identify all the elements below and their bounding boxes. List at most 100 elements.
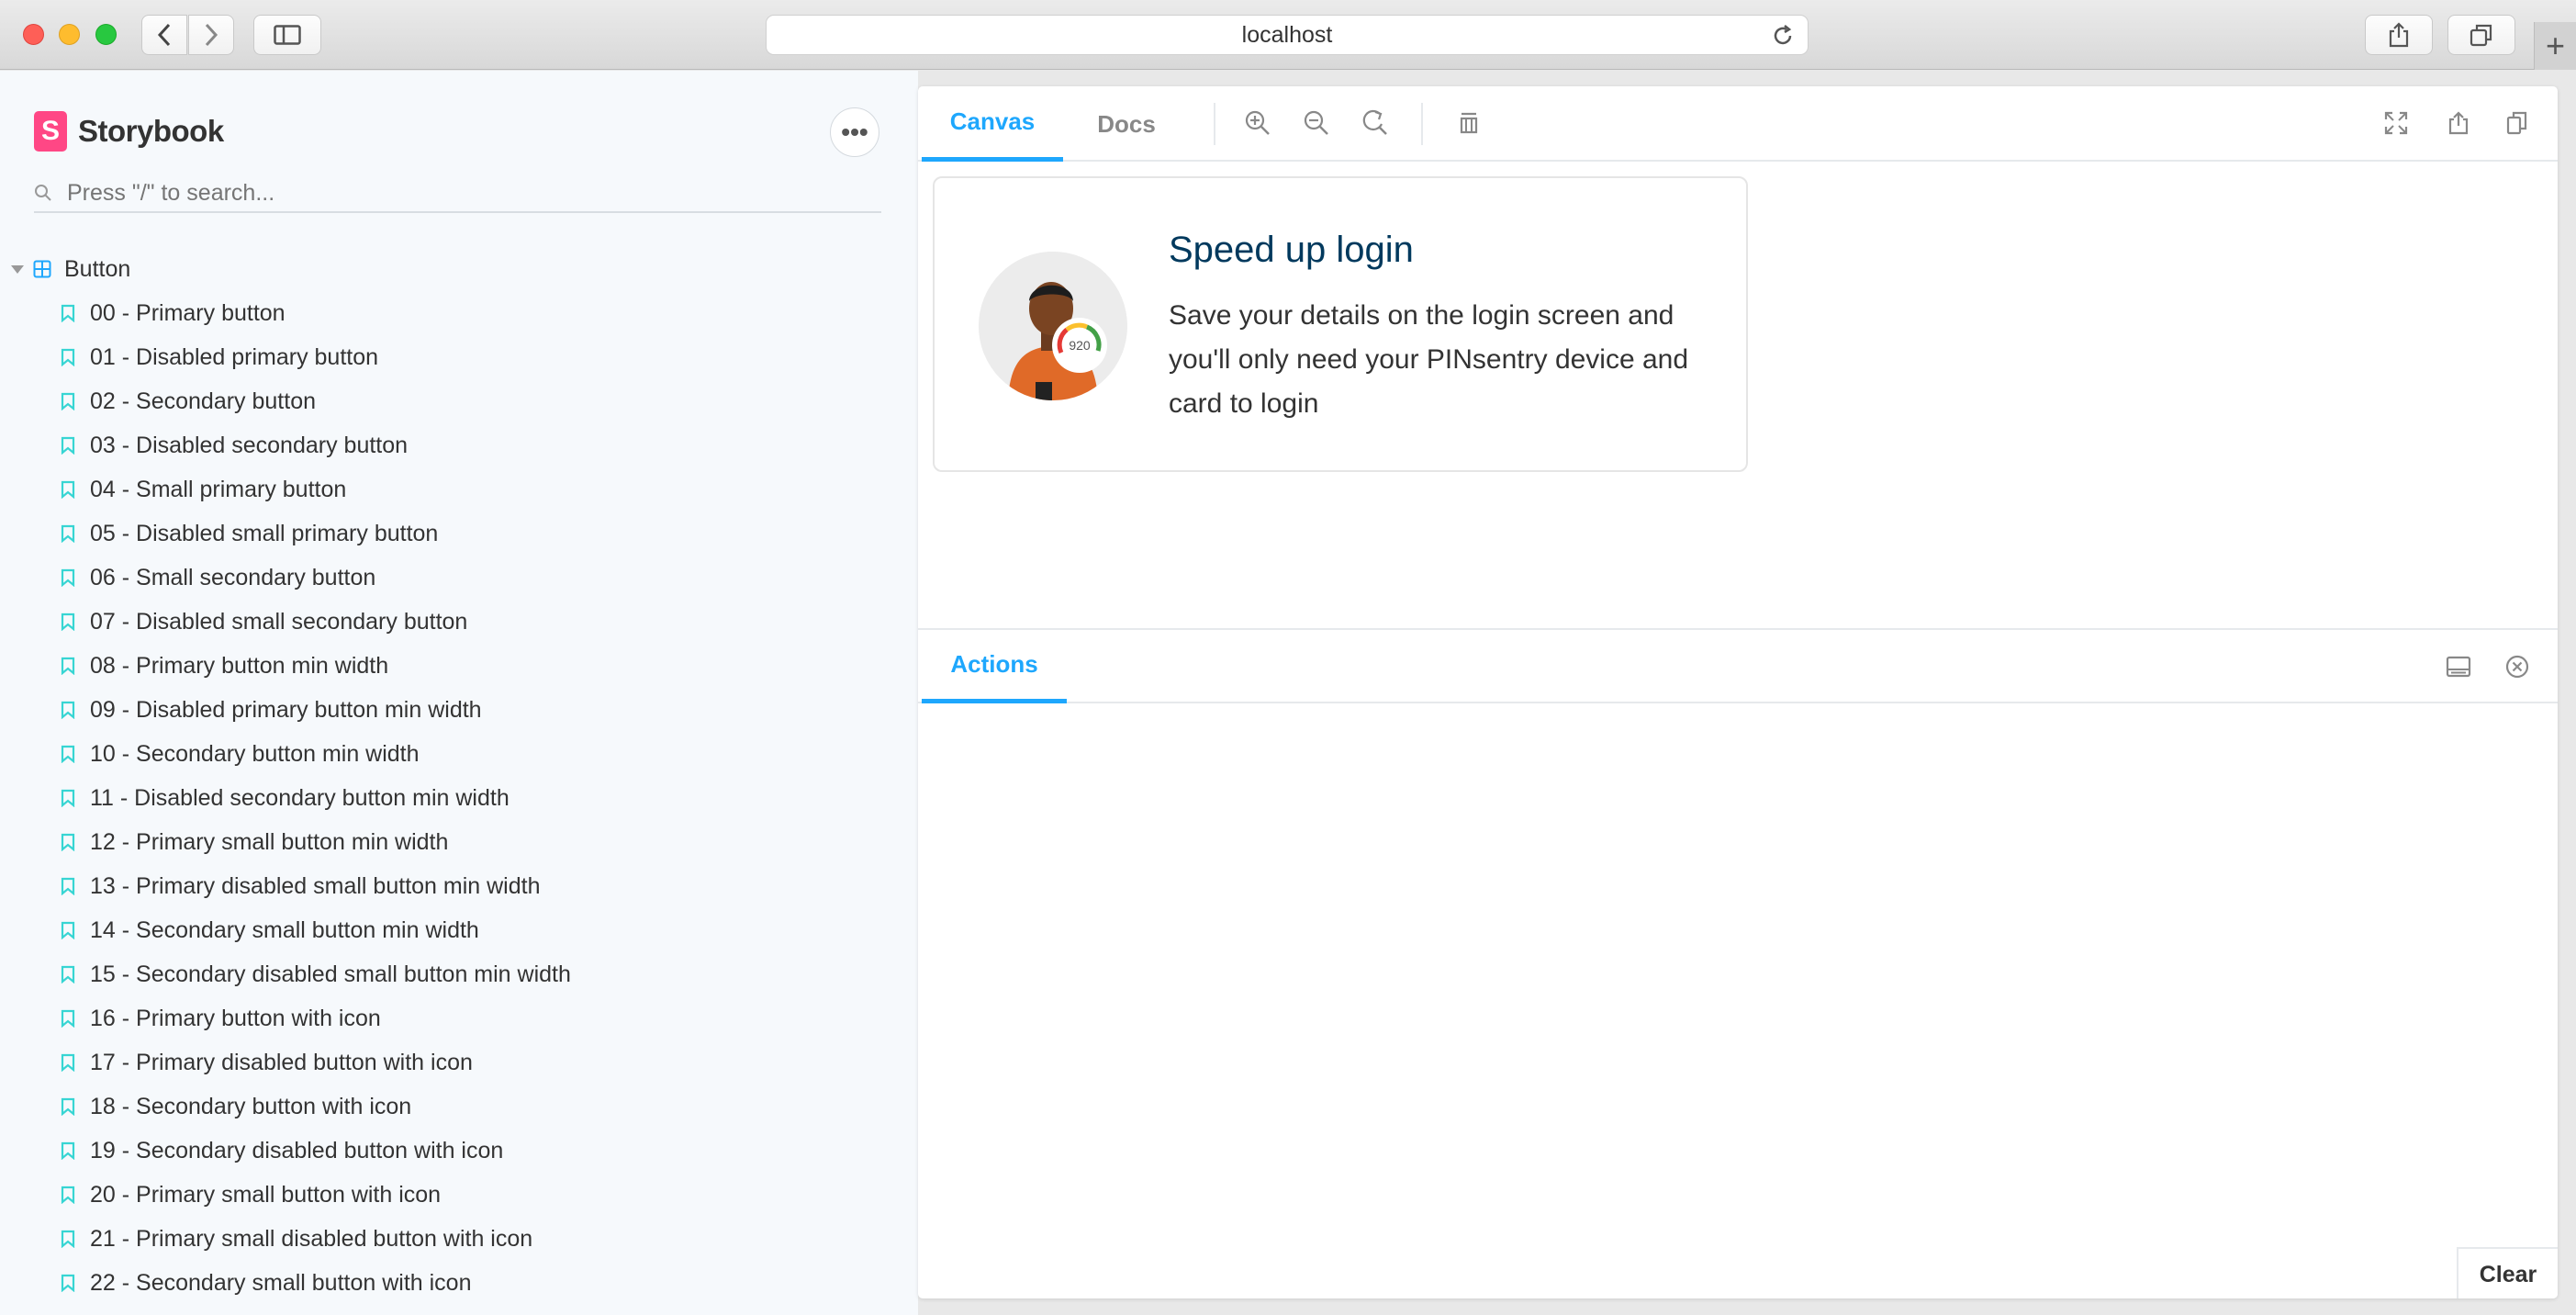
sidebar-story-item[interactable]: 22 - Secondary small button with icon — [0, 1261, 918, 1305]
sidebar-story-label: 02 - Secondary button — [90, 388, 316, 414]
sidebar-story-item[interactable]: 11 - Disabled secondary button min width — [0, 776, 918, 820]
brand-name: Storybook — [78, 114, 224, 148]
search-field[interactable] — [34, 174, 881, 213]
browser-titlebar: localhost + — [0, 0, 2576, 70]
bookmark-icon — [61, 833, 75, 851]
bookmark-icon — [61, 1009, 75, 1028]
bookmark-icon — [61, 436, 75, 455]
bookmark-icon — [61, 701, 75, 719]
back-button[interactable] — [141, 15, 187, 55]
tab-actions[interactable]: Actions — [922, 630, 1067, 703]
panel-position-icon[interactable] — [2440, 648, 2477, 685]
sidebar-menu-button[interactable]: ••• — [830, 107, 879, 157]
chevron-left-icon — [157, 23, 171, 47]
sidebar-story-label: 22 - Secondary small button with icon — [90, 1269, 472, 1296]
sidebar-story-label: 15 - Secondary disabled small button min… — [90, 961, 571, 987]
sidebar-story-item[interactable]: 05 - Disabled small primary button — [0, 511, 918, 556]
sidebar-story-label: 06 - Small secondary button — [90, 564, 376, 590]
sidebar-story-item[interactable]: 01 - Disabled primary button — [0, 335, 918, 379]
sidebar-story-label: 03 - Disabled secondary button — [90, 432, 409, 458]
sidebar-story-label: 14 - Secondary small button min width — [90, 916, 479, 943]
bookmark-icon — [61, 524, 75, 543]
sidebar-story-item[interactable]: 04 - Small primary button — [0, 467, 918, 511]
url-text: localhost — [1241, 21, 1333, 48]
sidebar-toggle-button[interactable] — [253, 15, 321, 55]
bookmark-icon — [61, 392, 75, 410]
tab-canvas[interactable]: Canvas — [922, 86, 1063, 162]
bookmark-icon — [61, 1274, 75, 1292]
bookmark-icon — [61, 921, 75, 939]
bookmark-icon — [61, 1141, 75, 1160]
zoom-reset-icon[interactable] — [1357, 105, 1394, 141]
copy-link-icon[interactable] — [2499, 105, 2536, 141]
new-tab-button[interactable]: + — [2534, 22, 2576, 70]
preview-toolbar: Canvas Docs — [918, 86, 2558, 162]
plus-icon: + — [2545, 27, 2566, 64]
sidebar-story-item[interactable]: 18 - Secondary button with icon — [0, 1085, 918, 1129]
bookmark-icon — [61, 657, 75, 675]
bookmark-icon — [61, 745, 75, 763]
score-gauge-value: 920 — [1069, 338, 1091, 353]
storybook-brand[interactable]: S Storybook — [34, 111, 224, 152]
sidebar-story-item[interactable]: 07 - Disabled small secondary button — [0, 600, 918, 644]
zoom-window-button[interactable] — [95, 24, 117, 45]
canvas-preview: 920 Speed up login Save your details on … — [918, 162, 2558, 628]
minimize-window-button[interactable] — [59, 24, 80, 45]
sidebar: S Storybook ••• Button 00 - Primary butt… — [0, 71, 918, 1315]
storybook-logo-icon: S — [34, 111, 67, 152]
bookmark-icon — [61, 965, 75, 983]
search-input[interactable] — [67, 179, 801, 207]
background-grid-icon[interactable] — [1450, 105, 1487, 141]
sidebar-story-item[interactable]: 21 - Primary small disabled button with … — [0, 1217, 918, 1261]
sidebar-story-item[interactable]: 14 - Secondary small button min width — [0, 908, 918, 952]
tree-component-button[interactable]: Button — [0, 247, 918, 291]
close-panel-icon[interactable] — [2499, 648, 2536, 685]
sidebar-story-item[interactable]: 03 - Disabled secondary button — [0, 423, 918, 467]
story-tree: Button 00 - Primary button 01 - Disabled … — [0, 247, 918, 1305]
search-icon — [35, 185, 51, 201]
sidebar-story-item[interactable]: 17 - Primary disabled button with icon — [0, 1040, 918, 1085]
sidebar-story-label: 00 - Primary button — [90, 299, 286, 326]
sidebar-story-label: 09 - Disabled primary button min width — [90, 696, 482, 723]
close-window-button[interactable] — [23, 24, 44, 45]
url-bar[interactable]: localhost — [766, 15, 1809, 55]
sidebar-story-label: 12 - Primary small button min width — [90, 828, 449, 855]
sidebar-story-item[interactable]: 09 - Disabled primary button min width — [0, 688, 918, 732]
sidebar-story-label: 01 - Disabled primary button — [90, 343, 379, 370]
person-illustration: 920 — [979, 252, 1127, 400]
tree-root-label: Button — [64, 255, 131, 282]
sidebar-story-item[interactable]: 08 - Primary button min width — [0, 644, 918, 688]
zoom-out-icon[interactable] — [1298, 105, 1335, 141]
sidebar-story-item[interactable]: 15 - Secondary disabled small button min… — [0, 952, 918, 996]
tabs-overview-button[interactable] — [2447, 15, 2515, 55]
zoom-in-icon[interactable] — [1239, 105, 1276, 141]
sidebar-story-label: 07 - Disabled small secondary button — [90, 608, 468, 635]
clear-actions-button[interactable]: Clear — [2457, 1247, 2558, 1298]
fullscreen-icon[interactable] — [2378, 105, 2414, 141]
sidebar-story-item[interactable]: 13 - Primary disabled small button min w… — [0, 864, 918, 908]
caret-down-icon[interactable] — [11, 264, 24, 274]
tab-docs[interactable]: Docs — [1074, 86, 1179, 162]
tabs-icon — [2470, 24, 2492, 47]
sidebar-story-label: 10 - Secondary button min width — [90, 740, 420, 767]
sidebar-story-item[interactable]: 00 - Primary button — [0, 291, 918, 335]
sidebar-story-item[interactable]: 12 - Primary small button min width — [0, 820, 918, 864]
sidebar-story-item[interactable]: 10 - Secondary button min width — [0, 732, 918, 776]
promo-card: 920 Speed up login Save your details on … — [933, 176, 1748, 472]
sidebar-story-item[interactable]: 20 - Primary small button with icon — [0, 1173, 918, 1217]
share-icon[interactable] — [2440, 105, 2477, 141]
sidebar-story-item[interactable]: 06 - Small secondary button — [0, 556, 918, 600]
reload-icon[interactable] — [1771, 24, 1795, 48]
addons-panel: Actions Clear — [918, 628, 2558, 1298]
sidebar-story-item[interactable]: 02 - Secondary button — [0, 379, 918, 423]
sidebar-story-label: 05 - Disabled small primary button — [90, 520, 439, 546]
ellipsis-icon: ••• — [841, 118, 868, 146]
share-button[interactable] — [2365, 15, 2433, 55]
bookmark-icon — [61, 613, 75, 631]
bookmark-icon — [61, 1097, 75, 1116]
sidebar-story-item[interactable]: 19 - Secondary disabled button with icon — [0, 1129, 918, 1173]
score-gauge-icon: 920 — [1052, 318, 1107, 373]
forward-button[interactable] — [188, 15, 234, 55]
sidebar-story-label: 19 - Secondary disabled button with icon — [90, 1137, 504, 1163]
sidebar-story-item[interactable]: 16 - Primary button with icon — [0, 996, 918, 1040]
